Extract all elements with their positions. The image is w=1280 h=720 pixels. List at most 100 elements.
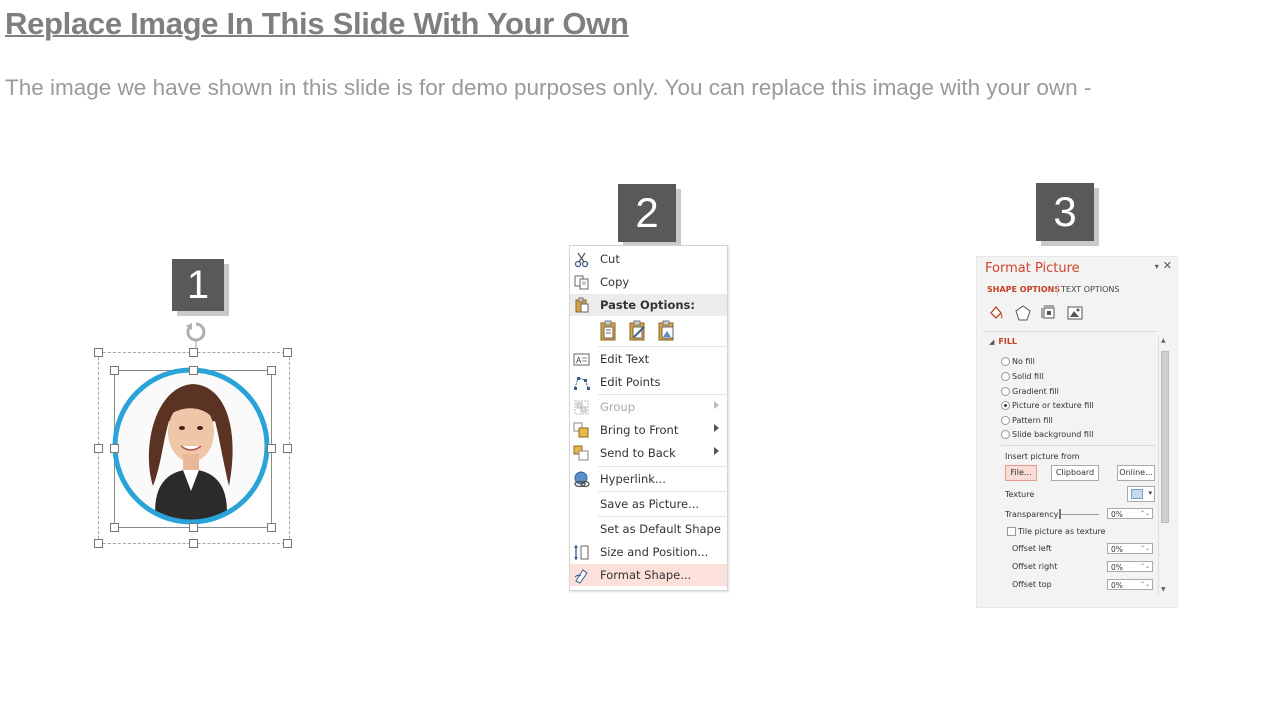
menu-item-label: Group (600, 400, 636, 414)
offset-top-spinner[interactable]: 0% ⌃⌄ (1107, 579, 1153, 590)
copy-icon (574, 275, 589, 290)
chevron-down-icon: ▾ (1148, 489, 1152, 497)
menu-item-format-shape[interactable]: Format Shape... (570, 564, 727, 586)
rotate-handle-icon[interactable] (184, 320, 208, 350)
radio-no-fill[interactable] (1001, 357, 1010, 366)
menu-item-label: Bring to Front (600, 423, 679, 437)
offset-left-label: Offset left (1012, 544, 1052, 553)
radio-solid-fill[interactable] (1001, 372, 1010, 381)
resize-handle[interactable] (189, 523, 198, 532)
menu-item-label: Hyperlink... (600, 472, 666, 486)
effects-icon[interactable] (1015, 305, 1031, 321)
radio-picture-texture-fill[interactable] (1001, 401, 1010, 410)
close-icon[interactable]: ▾ ✕ (1155, 259, 1172, 272)
resize-handle[interactable] (94, 348, 103, 357)
offset-right-spinner[interactable]: 0% ⌃⌄ (1107, 561, 1153, 572)
step-number-2: 2 (618, 184, 676, 242)
paste-destination-icon[interactable] (627, 319, 649, 343)
radio-label: Gradient fill (1012, 387, 1059, 396)
resize-handle[interactable] (110, 366, 119, 375)
clipboard-button[interactable]: Clipboard (1051, 465, 1099, 481)
menu-item-hyperlink[interactable]: Hyperlink... (570, 468, 727, 490)
selected-picture-demo (90, 318, 300, 553)
offset-left-spinner[interactable]: 0% ⌃⌄ (1107, 543, 1153, 554)
transparency-spinner[interactable]: 0% ⌃⌄ (1107, 508, 1153, 519)
file-button[interactable]: File... (1005, 465, 1037, 481)
paste-icon (575, 297, 589, 313)
radio-label: No fill (1012, 357, 1035, 366)
resize-handle[interactable] (283, 348, 292, 357)
radio-pattern-fill[interactable] (1001, 416, 1010, 425)
scroll-up-icon[interactable]: ▲ (1161, 337, 1166, 344)
context-menu: Cut Copy Paste Options: A Edit Text Edit… (569, 245, 728, 591)
texture-swatch-icon (1131, 489, 1143, 499)
pane-scrollbar[interactable]: ▲ ▼ (1158, 337, 1169, 595)
menu-item-size-and-position[interactable]: Size and Position... (570, 541, 727, 563)
resize-handle[interactable] (283, 444, 292, 453)
picture-icon[interactable] (1067, 305, 1083, 321)
resize-handle[interactable] (189, 539, 198, 548)
resize-handle[interactable] (283, 539, 292, 548)
fill-section-header[interactable]: ◢ FILL (989, 337, 1017, 346)
menu-item-label: Cut (600, 252, 620, 266)
scrollbar-thumb[interactable] (1161, 351, 1169, 523)
menu-item-bring-to-front[interactable]: Bring to Front (570, 419, 727, 441)
bring-to-front-icon (573, 422, 589, 438)
size-properties-icon[interactable] (1041, 305, 1057, 321)
group-icon (574, 400, 589, 415)
menu-item-group[interactable]: Group (570, 396, 727, 418)
menu-item-copy[interactable]: Copy (570, 271, 727, 293)
radio-slide-background-fill[interactable] (1001, 430, 1010, 439)
tab-text-options[interactable]: TEXT OPTIONS (1061, 285, 1119, 294)
menu-item-label: Edit Text (600, 352, 650, 366)
resize-handle[interactable] (267, 523, 276, 532)
menu-item-label: Paste Options: (600, 298, 696, 312)
online-button[interactable]: Online... (1117, 465, 1155, 481)
scroll-down-icon[interactable]: ▼ (1161, 586, 1166, 593)
resize-handle[interactable] (189, 366, 198, 375)
step-number-3: 3 (1036, 183, 1094, 241)
insert-picture-from-label: Insert picture from (1005, 452, 1080, 461)
portrait-image[interactable] (111, 366, 271, 526)
resize-handle[interactable] (94, 444, 103, 453)
step-number-1: 1 (172, 259, 224, 311)
texture-dropdown[interactable]: ▾ (1127, 486, 1155, 502)
resize-handle[interactable] (189, 348, 198, 357)
transparency-slider[interactable] (1059, 514, 1099, 515)
menu-item-save-as-picture[interactable]: Save as Picture... (570, 493, 727, 515)
paste-options-row (598, 319, 688, 343)
radio-label: Slide background fill (1012, 430, 1094, 439)
slide-title: Replace Image In This Slide With Your Ow… (5, 6, 629, 41)
resize-handle[interactable] (267, 444, 276, 453)
format-picture-pane: Format Picture ▾ ✕ SHAPE OPTIONS TEXT OPT… (976, 256, 1178, 608)
transparency-slider-thumb[interactable] (1059, 509, 1061, 519)
menu-item-label: Set as Default Shape (600, 522, 721, 536)
size-position-icon (574, 545, 589, 560)
tab-shape-options[interactable]: SHAPE OPTIONS (987, 285, 1060, 294)
send-to-back-icon (573, 445, 589, 461)
edit-points-icon (574, 377, 590, 390)
menu-item-cut[interactable]: Cut (570, 248, 727, 270)
slide-description: The image we have shown in this slide is… (5, 75, 1092, 100)
resize-handle[interactable] (110, 444, 119, 453)
menu-item-label: Copy (600, 275, 630, 289)
menu-item-set-default-shape[interactable]: Set as Default Shape (570, 518, 727, 540)
paste-picture-icon[interactable] (656, 319, 678, 343)
pane-title: Format Picture (985, 261, 1080, 276)
tile-picture-checkbox[interactable] (1007, 527, 1016, 536)
menu-item-edit-points[interactable]: Edit Points (570, 371, 727, 393)
menu-item-edit-text[interactable]: A Edit Text (570, 348, 727, 370)
radio-gradient-fill[interactable] (1001, 387, 1010, 396)
scissors-icon (574, 252, 589, 268)
submenu-arrow-icon (714, 447, 719, 455)
radio-label: Solid fill (1012, 372, 1044, 381)
hyperlink-icon (574, 471, 590, 488)
fill-line-icon[interactable] (988, 305, 1004, 321)
pane-options-dropdown-icon[interactable]: ▾ (1155, 262, 1159, 271)
resize-handle[interactable] (94, 539, 103, 548)
menu-item-send-to-back[interactable]: Send to Back (570, 442, 727, 464)
radio-label: Pattern fill (1012, 416, 1053, 425)
paste-keep-formatting-icon[interactable] (598, 319, 620, 343)
resize-handle[interactable] (267, 366, 276, 375)
resize-handle[interactable] (110, 523, 119, 532)
